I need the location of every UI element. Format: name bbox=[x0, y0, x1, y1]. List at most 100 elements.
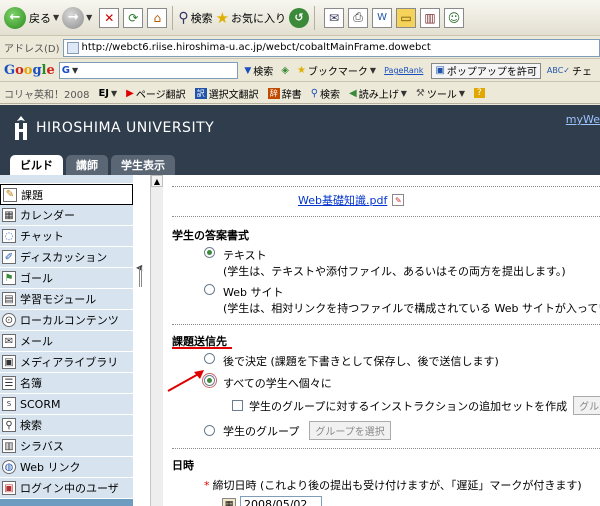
sidebar-item-scorm[interactable]: S SCORM bbox=[0, 394, 133, 415]
address-url: http://webct6.riise.hiroshima-u.ac.jp/we… bbox=[81, 42, 431, 53]
edit-icon[interactable]: W bbox=[372, 7, 393, 28]
address-input[interactable]: http://webct6.riise.hiroshima-u.ac.jp/we… bbox=[62, 38, 600, 57]
sidebar-item-learning-modules[interactable]: ▤ 学習モジュール bbox=[0, 289, 133, 310]
calendar-icon: ▦ bbox=[2, 208, 16, 222]
tab-build[interactable]: ビルド bbox=[10, 155, 63, 175]
university-logo-icon bbox=[15, 116, 27, 140]
speaker-icon: ◀ bbox=[349, 87, 357, 99]
messenger-icon[interactable]: ☺ bbox=[444, 7, 465, 28]
sidebar-item-users-online[interactable]: ▣ ログイン中のユーザ bbox=[0, 478, 133, 499]
google-search-button[interactable]: ▼ 検索 bbox=[244, 63, 273, 79]
search-button[interactable]: ⚲ 検索 bbox=[178, 4, 212, 32]
stop-icon[interactable]: ✕ bbox=[99, 7, 120, 28]
page-icon bbox=[66, 41, 79, 54]
file-link[interactable]: Web基礎知識.pdf bbox=[298, 192, 387, 208]
calendar-picker-icon[interactable]: ▦ bbox=[222, 498, 236, 506]
folder-icon[interactable]: ▭ bbox=[396, 7, 417, 28]
back-arrow-icon: ← bbox=[4, 6, 26, 29]
page-translate-button[interactable]: ▶ ページ翻訳 bbox=[126, 86, 186, 101]
mode-tabs: ビルド 講師 学生表示 bbox=[0, 151, 600, 175]
dropdown-arrow-icon: ▼ bbox=[86, 13, 93, 22]
sidebar-item-mail[interactable]: ✉ メール bbox=[0, 331, 133, 352]
tools-button[interactable]: ⚒ ツール ▼ bbox=[416, 86, 465, 101]
choose-group-button[interactable]: グループを選択 bbox=[309, 421, 391, 440]
refresh-icon[interactable]: ⟳ bbox=[123, 7, 144, 28]
sidebar-item-web-links[interactable]: ◍ Web リンク bbox=[0, 457, 133, 478]
dropdown-arrow-icon: ▼ bbox=[369, 66, 377, 75]
goal-icon: ⚑ bbox=[2, 271, 16, 285]
answer-format-text-option[interactable]: テキスト (学生は、テキストや添付ファイル、あるいはその両方を提出します。) bbox=[204, 247, 600, 279]
dictionary-brand: コリャ英和！2008 bbox=[4, 89, 90, 101]
print-icon[interactable]: ⎙ bbox=[348, 7, 369, 28]
sidebar-top-cut bbox=[0, 175, 133, 184]
google-search-input[interactable]: G ▼ bbox=[58, 62, 239, 79]
splitter-grip[interactable] bbox=[139, 267, 142, 287]
answer-format-heading: 学生の答案書式 bbox=[172, 229, 249, 242]
scroll-up-icon[interactable]: ▲ bbox=[151, 175, 163, 187]
radio-selected[interactable] bbox=[204, 247, 215, 258]
group-instructions-checkbox[interactable] bbox=[232, 400, 243, 411]
translation-toolbar: コリャ英和！2008 EJ ▼ ▶ ページ翻訳 訳選択文翻訳 辞辞書 ⚲ 検索 ◀ 読み… bbox=[0, 83, 600, 104]
sidebar-item-goals[interactable]: ⚑ ゴール bbox=[0, 268, 133, 289]
radio-unselected[interactable] bbox=[204, 284, 215, 295]
dropdown-arrow-icon: ▼ bbox=[458, 88, 465, 98]
sidebar-item-roster[interactable]: ☰ 名簿 bbox=[0, 373, 133, 394]
tab-instructor[interactable]: 講師 bbox=[66, 155, 108, 175]
pagerank-button[interactable]: PageRank bbox=[384, 66, 423, 75]
popup-icon: ▣ bbox=[435, 65, 445, 76]
red-underline-annotation bbox=[172, 347, 232, 349]
red-arrow-annotation bbox=[167, 370, 204, 392]
dropdown-arrow-icon: ▼ bbox=[244, 65, 252, 76]
radio-unselected[interactable] bbox=[204, 425, 215, 436]
bookmark-button[interactable]: ★ ブックマーク ▼ bbox=[297, 63, 376, 78]
deadline-date-input[interactable]: 2008/05/02 bbox=[240, 496, 322, 506]
back-button[interactable]: ← 戻る ▼ bbox=[4, 4, 59, 32]
sidebar-item-assignments[interactable]: ✎ 課題 bbox=[0, 184, 133, 205]
page-content: ✎ 課題 ▦ カレンダー ◌ チャット ✐ ディスカッション ⚑ ゴール ▤ 学習モジュール… bbox=[0, 175, 600, 506]
required-marker: * bbox=[204, 479, 210, 492]
research-icon[interactable]: ▥ bbox=[420, 7, 441, 28]
read-aloud-button[interactable]: ◀ 読み上げ ▼ bbox=[349, 86, 407, 101]
google-options-button[interactable]: ◈ bbox=[281, 65, 289, 76]
syllabus-icon: ▥ bbox=[2, 439, 16, 453]
assignment-form: Web基礎知識.pdf ✎ 学生の答案書式 テキスト (学生は、テキストや添付ファ… bbox=[164, 175, 600, 506]
answer-format-website-option[interactable]: Web サイト (学生は、相対リンクを持つファイルで構成されている Web サイト… bbox=[204, 284, 600, 316]
sidebar-item-local-content[interactable]: ⊙ ローカルコンテンツ bbox=[0, 310, 133, 331]
ej-button[interactable]: EJ ▼ bbox=[98, 88, 117, 99]
mail-icon[interactable]: ✉ bbox=[324, 7, 345, 28]
forward-button[interactable]: → ▼ bbox=[62, 4, 92, 32]
google-toolbar: Google G ▼ ▼ 検索 ◈ ★ ブックマーク ▼ PageRank ▣ ポップアッ… bbox=[0, 60, 600, 82]
institution-banner: HIROSHIMA UNIVERSITY myWe bbox=[0, 105, 600, 151]
student-group-option[interactable]: 学生のグループ グループを選択 bbox=[204, 421, 600, 440]
group-button[interactable]: グルーブ bbox=[573, 396, 600, 415]
sidebar-item-discussion[interactable]: ✐ ディスカッション bbox=[0, 247, 133, 268]
frame-splitter[interactable]: ◀ bbox=[133, 175, 150, 506]
select-translate-button[interactable]: 訳選択文翻訳 bbox=[194, 86, 259, 101]
submit-later-option[interactable]: 後で決定 (課題を下書きとして保存し、後で送信します) bbox=[204, 353, 600, 369]
dictionary-button[interactable]: 辞辞書 bbox=[267, 86, 302, 101]
home-icon[interactable]: ⌂ bbox=[147, 7, 168, 28]
my-webct-link[interactable]: myWe bbox=[566, 113, 600, 126]
radio-unselected[interactable] bbox=[204, 353, 215, 364]
sidebar-item-chat[interactable]: ◌ チャット bbox=[0, 226, 133, 247]
sidebar-item-syllabus[interactable]: ▥ シラバス bbox=[0, 436, 133, 457]
sidebar-item-calendar[interactable]: ▦ カレンダー bbox=[0, 205, 133, 226]
favorites-button[interactable]: ★ お気に入り bbox=[216, 4, 286, 32]
dropdown-arrow-icon: ▼ bbox=[72, 66, 79, 75]
star-icon: ★ bbox=[215, 8, 230, 27]
attached-file: Web基礎知識.pdf ✎ bbox=[298, 192, 405, 208]
sidebar-item-media-library[interactable]: ▣ メディアライブラリ bbox=[0, 352, 133, 373]
lookup-button[interactable]: ⚲ 検索 bbox=[311, 86, 340, 101]
section-divider bbox=[172, 324, 600, 325]
spellcheck-button[interactable]: ABC✓ チェ bbox=[547, 63, 592, 78]
spellcheck-icon: ABC✓ bbox=[546, 66, 570, 75]
history-icon[interactable]: ↺ bbox=[289, 7, 310, 28]
tab-student-view[interactable]: 学生表示 bbox=[111, 155, 175, 175]
all-students-option[interactable]: すべての学生へ個々に bbox=[202, 373, 600, 391]
sidebar-item-search[interactable]: ⚲ 検索 bbox=[0, 415, 133, 436]
help-button[interactable]: ? bbox=[474, 88, 485, 98]
course-tools-sidebar: ✎ 課題 ▦ カレンダー ◌ チャット ✐ ディスカッション ⚑ ゴール ▤ 学習モジュール… bbox=[0, 175, 133, 506]
edit-file-icon[interactable]: ✎ bbox=[392, 194, 405, 206]
popup-allow-button[interactable]: ▣ ポップアップを許可 bbox=[431, 62, 541, 79]
sidebar-scrollbar[interactable]: ▲ bbox=[150, 175, 163, 506]
